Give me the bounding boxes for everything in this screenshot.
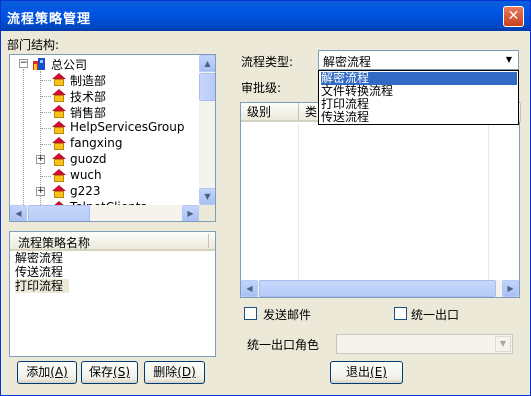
chevron-down-icon[interactable]: ▼ <box>495 336 511 352</box>
tree-node-label: 制造部 <box>70 74 107 88</box>
tree-node-label: fangxing <box>70 136 123 150</box>
add-button[interactable]: 添加(A) <box>17 361 77 384</box>
scroll-thumb[interactable] <box>28 205 90 221</box>
tree-node-label: wuch <box>70 168 102 182</box>
tree-node-label: 总公司 <box>51 58 88 72</box>
unified-exit-role-select[interactable]: ▼ <box>336 334 513 354</box>
flow-type-dropdown-list[interactable]: 解密流程 文件转换流程 打印流程 传送流程 <box>318 70 519 125</box>
tree-node-label: HelpServicesGroup <box>70 120 185 134</box>
approval-label: 审批级: <box>241 81 282 95</box>
unified-exit-checkbox[interactable] <box>394 307 407 320</box>
send-mail-label: 发送邮件 <box>263 308 312 322</box>
delete-button[interactable]: 删除(D) <box>144 361 205 384</box>
dialog-window: 流程策略管理 ✕ 部门结构: − 总公司 制造部 技术部 销售部 HelpSer… <box>0 0 531 396</box>
save-button-label: 保存 <box>89 365 114 379</box>
close-icon: ✕ <box>507 8 520 24</box>
scroll-thumb[interactable] <box>199 73 215 101</box>
flow-type-label: 流程类型: <box>241 55 294 69</box>
column-header-policy-name: 流程策略名称 <box>18 236 91 250</box>
list-item[interactable]: 解密流程 <box>15 251 63 265</box>
department-icon <box>52 169 66 182</box>
unified-exit-role-label: 统一出口角色 <box>247 338 320 352</box>
tree-node-label: guozd <box>70 152 107 166</box>
approval-grid[interactable]: 级别 类 ㄜ ◀ ▶ <box>240 102 521 298</box>
scroll-thumb[interactable] <box>259 280 496 297</box>
list-item-selected[interactable]: 打印流程 <box>15 279 70 293</box>
department-tree[interactable]: − 总公司 制造部 技术部 销售部 HelpServicesGroup fang… <box>9 54 216 222</box>
scroll-left-icon[interactable]: ◀ <box>10 205 27 221</box>
grid-horizontal-scrollbar[interactable]: ◀ ▶ <box>241 280 519 297</box>
tree-node-label: g223 <box>70 184 101 198</box>
exit-button[interactable]: 退出(E) <box>330 361 403 384</box>
department-icon <box>52 89 66 102</box>
flow-type-value: 解密流程 <box>323 55 372 69</box>
send-mail-checkbox[interactable] <box>244 307 257 320</box>
policy-list-header[interactable]: 流程策略名称 <box>10 232 215 251</box>
title-bar[interactable]: 流程策略管理 ✕ <box>1 1 530 31</box>
chevron-down-icon[interactable]: ▼ <box>501 52 517 68</box>
company-icon <box>32 57 46 70</box>
save-button-hotkey: (S) <box>113 365 130 379</box>
exit-button-hotkey: (E) <box>370 365 387 379</box>
department-icon <box>52 153 66 166</box>
list-item[interactable]: 传送流程 <box>15 265 63 279</box>
expand-icon[interactable]: + <box>36 155 45 164</box>
tree-vertical-scrollbar[interactable]: ▲ ▼ <box>199 55 215 205</box>
scroll-right-icon[interactable]: ▶ <box>182 205 199 221</box>
department-icon <box>52 105 66 118</box>
scroll-up-icon[interactable]: ▲ <box>199 55 215 72</box>
window-title: 流程策略管理 <box>7 12 92 27</box>
unified-exit-label: 统一出口 <box>411 308 460 322</box>
tree-label: 部门结构: <box>7 38 60 52</box>
flow-type-select[interactable]: 解密流程 ▼ <box>318 50 519 70</box>
delete-button-hotkey: (D) <box>177 365 196 379</box>
scroll-right-icon[interactable]: ▶ <box>502 280 519 297</box>
department-icon <box>52 137 66 150</box>
close-button[interactable]: ✕ <box>503 6 524 27</box>
scroll-down-icon[interactable]: ▼ <box>199 188 215 205</box>
expand-icon[interactable]: + <box>36 187 45 196</box>
delete-button-label: 删除 <box>153 365 178 379</box>
scroll-left-icon[interactable]: ◀ <box>241 280 258 297</box>
exit-button-label: 退出 <box>346 365 371 379</box>
add-button-hotkey: (A) <box>50 365 68 379</box>
save-button[interactable]: 保存(S) <box>81 361 138 384</box>
department-icon <box>52 73 66 86</box>
collapse-icon[interactable]: − <box>19 59 28 68</box>
dropdown-option[interactable]: 传送流程 <box>321 111 517 124</box>
tree-horizontal-scrollbar[interactable]: ◀ ▶ <box>10 205 199 221</box>
department-icon <box>52 185 66 198</box>
tree-node-label: 技术部 <box>70 90 107 104</box>
policy-list[interactable]: 流程策略名称 解密流程 传送流程 打印流程 <box>9 231 216 357</box>
column-header-level[interactable]: 级别 <box>241 103 299 122</box>
department-icon <box>52 121 66 134</box>
add-button-label: 添加 <box>26 365 51 379</box>
tree-node-label: 销售部 <box>70 106 107 120</box>
